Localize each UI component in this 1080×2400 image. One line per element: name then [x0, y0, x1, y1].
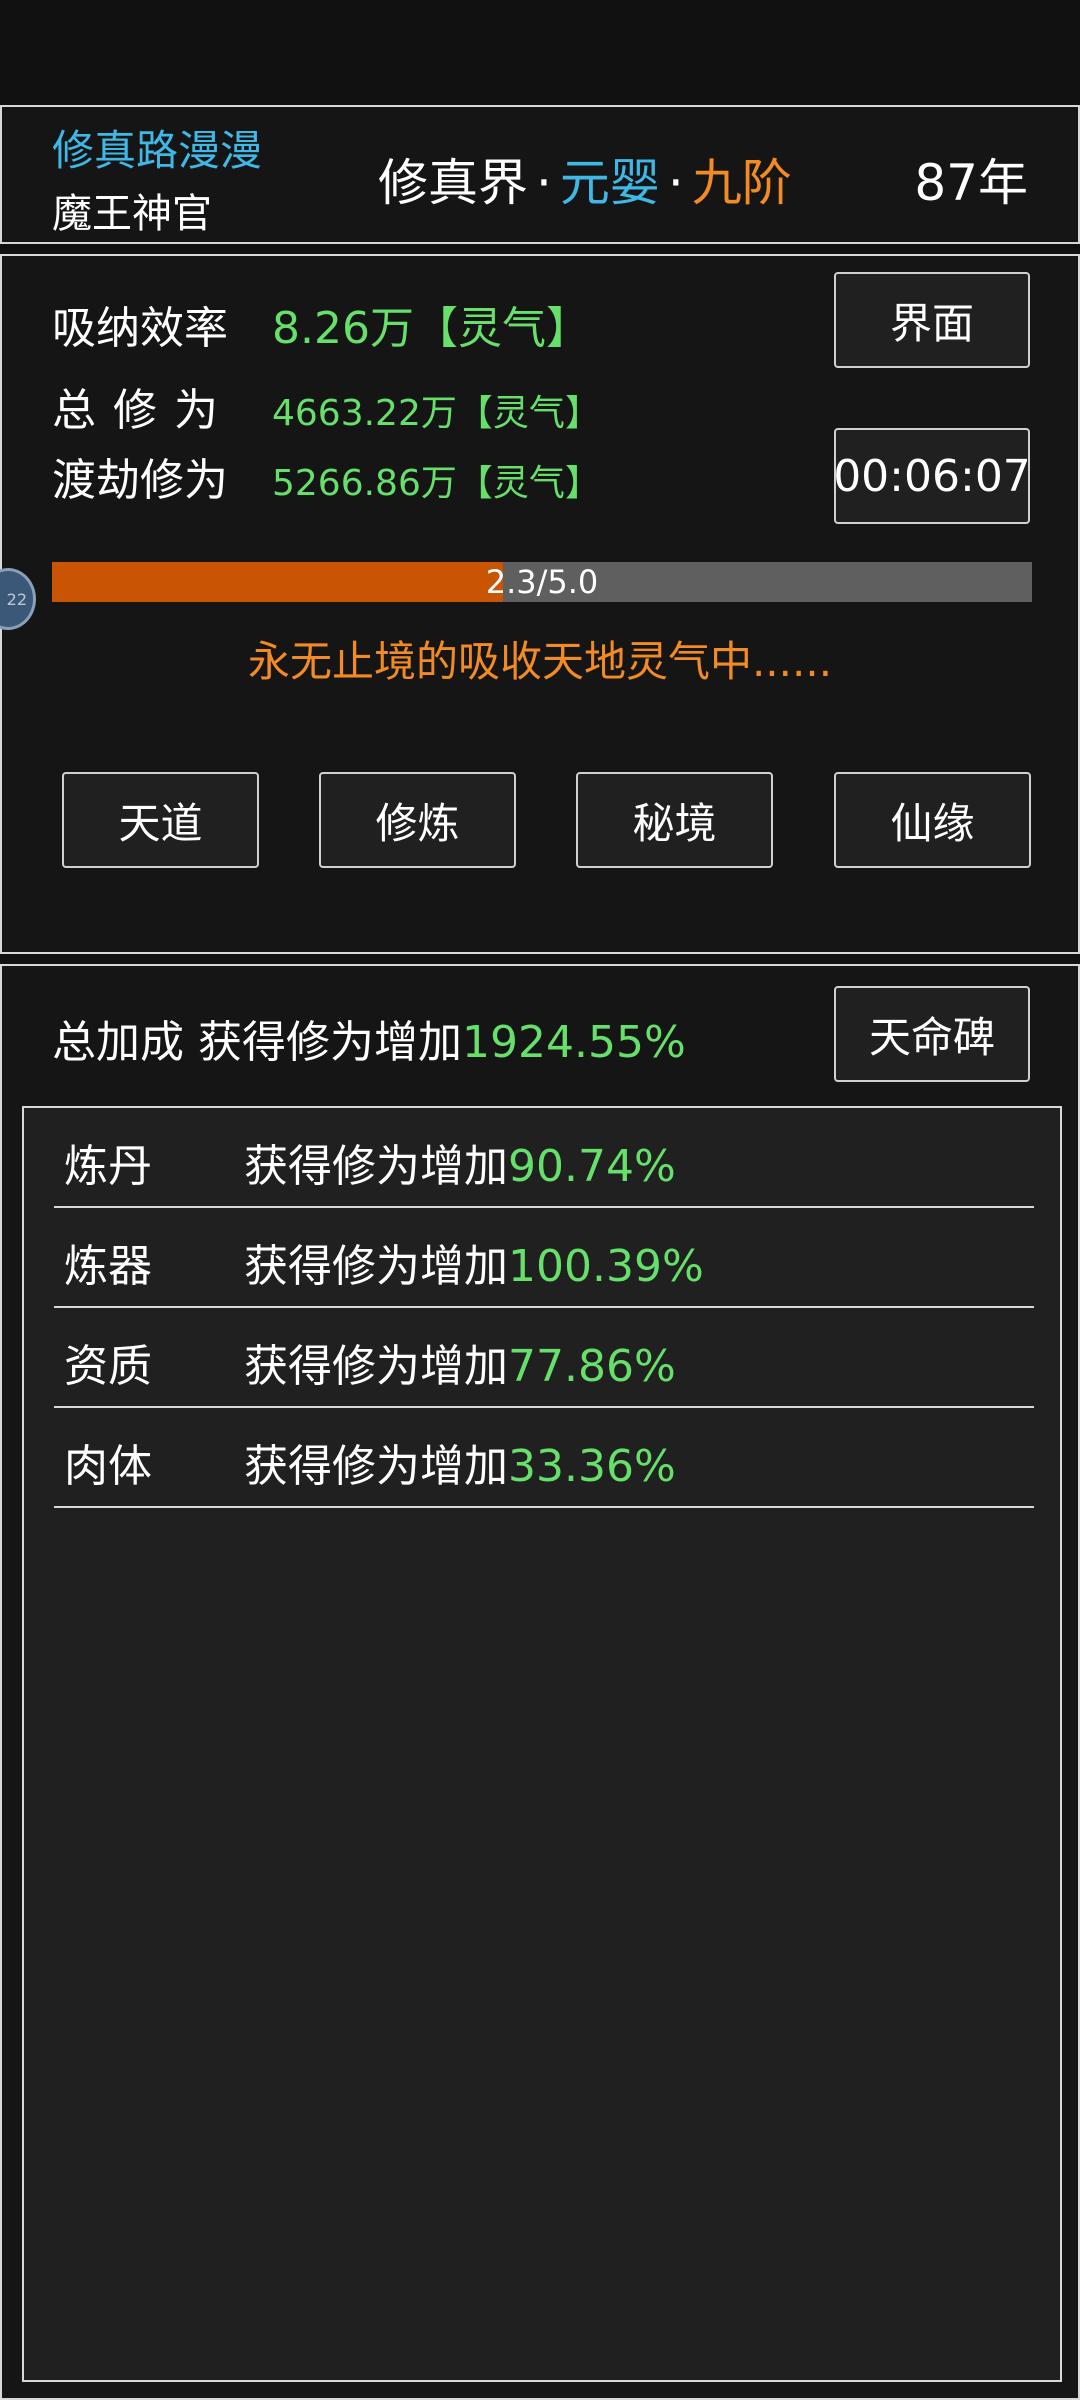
xianyuan-button[interactable]: 仙缘 [834, 772, 1031, 868]
bonus-row-routi: 肉体 获得修为增加33.36% [54, 1408, 1034, 1508]
bonus-desc: 获得修为增加100.39% [244, 1230, 704, 1294]
status-message: 永无止境的吸收天地灵气中...... [247, 637, 833, 686]
progress-text: 2.3/5.0 [485, 563, 599, 601]
realm-separator: · [536, 154, 552, 212]
cultivation-progress-bar: 2.3/5.0 [52, 562, 1032, 602]
bonus-row-zizhi: 资质 获得修为增加77.86% [54, 1308, 1034, 1408]
bonus-row-lianqi: 炼器 获得修为增加100.39% [54, 1208, 1034, 1308]
bonus-value: 90.74% [508, 1141, 676, 1192]
bonus-value: 100.39% [508, 1241, 704, 1292]
realm-level: 九阶 [691, 154, 792, 212]
player-name: 魔王神官 [52, 191, 212, 237]
mijing-button[interactable]: 秘境 [576, 772, 773, 868]
timer-display: 00:06:07 [833, 428, 1031, 524]
bonus-name: 资质 [64, 1341, 152, 1392]
realm-display: 修真界 · 元婴 · 九阶 [378, 143, 792, 215]
destiny-stele-button[interactable]: 天命碑 [834, 986, 1030, 1082]
tribulation-value: 5266.86万【灵气】 [272, 463, 601, 504]
bonus-desc: 获得修为增加33.36% [244, 1430, 676, 1494]
total-cultivation-label: 总修为 [52, 385, 235, 436]
bonus-desc-text: 获得修为增加 [244, 1241, 508, 1292]
tribulation-row: 渡劫修为 5266.86万【灵气】 [52, 444, 601, 508]
bonus-name: 肉体 [64, 1441, 152, 1492]
total-bonus-label: 总加成 获得修为增加 [52, 1017, 462, 1068]
bonus-panel: 总加成 获得修为增加1924.55% 天命碑 炼丹 获得修为增加90.74% 炼… [0, 964, 1080, 2400]
floating-bubble-icon[interactable]: 22 [0, 568, 36, 630]
tribulation-label: 渡劫修为 [52, 455, 228, 506]
game-title: 修真路漫漫 [52, 126, 263, 175]
years-counter: 87年 [914, 154, 1028, 212]
absorb-rate-label: 吸纳效率 [52, 303, 228, 354]
realm-world: 修真界 [378, 154, 528, 212]
bonus-desc-text: 获得修为增加 [244, 1141, 508, 1192]
bonus-desc-text: 获得修为增加 [244, 1441, 508, 1492]
realm-stage: 元婴 [559, 154, 660, 212]
total-cultivation-row: 总修为 4663.22万【灵气】 [52, 374, 601, 438]
bonus-list: 炼丹 获得修为增加90.74% 炼器 获得修为增加100.39% 资质 获得修为… [22, 1106, 1062, 2382]
header-panel: 修真路漫漫 魔王神官 修真界 · 元婴 · 九阶 87年 [0, 105, 1080, 244]
bonus-value: 33.36% [508, 1441, 676, 1492]
total-bonus: 总加成 获得修为增加1924.55% [52, 1006, 686, 1070]
bonus-name: 炼器 [64, 1241, 152, 1292]
cultivation-stats-panel: 吸纳效率 8.26万【灵气】 总修为 4663.22万【灵气】 渡劫修为 5266.8… [0, 254, 1080, 954]
bonus-desc: 获得修为增加77.86% [244, 1330, 676, 1394]
bonus-row-liandan: 炼丹 获得修为增加90.74% [54, 1108, 1034, 1208]
tiandao-button[interactable]: 天道 [62, 772, 259, 868]
total-bonus-value: 1924.55% [462, 1017, 686, 1068]
floating-bubble-text: 22 [6, 589, 27, 609]
interface-button[interactable]: 界面 [834, 272, 1030, 368]
total-cultivation-value: 4663.22万【灵气】 [272, 393, 601, 434]
bonus-desc-text: 获得修为增加 [244, 1341, 508, 1392]
bonus-desc: 获得修为增加90.74% [244, 1130, 676, 1194]
bonus-name: 炼丹 [64, 1141, 152, 1192]
bonus-value: 77.86% [508, 1341, 676, 1392]
xiulian-button[interactable]: 修炼 [319, 772, 516, 868]
realm-separator: · [667, 154, 684, 212]
absorb-rate-row: 吸纳效率 8.26万【灵气】 [52, 292, 590, 356]
absorb-rate-value: 8.26万【灵气】 [272, 303, 590, 354]
